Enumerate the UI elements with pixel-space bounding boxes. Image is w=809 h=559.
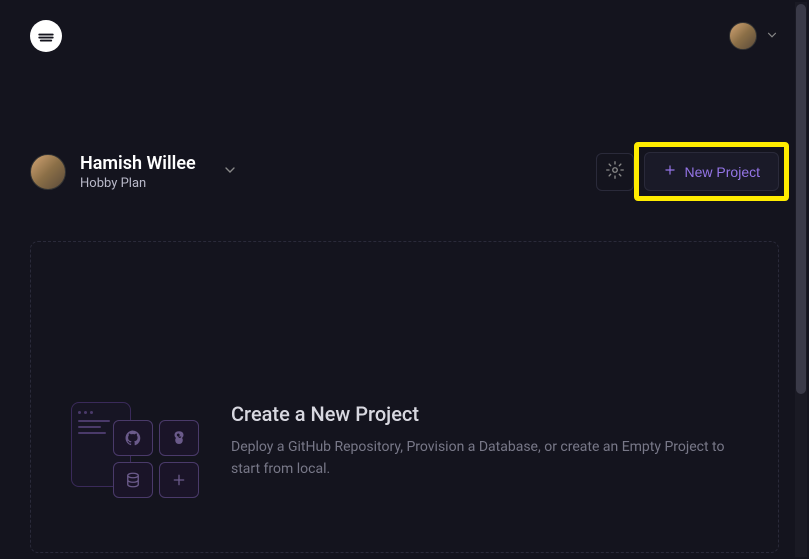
postgres-icon <box>159 420 199 456</box>
avatar <box>30 154 66 190</box>
app-logo[interactable] <box>30 20 62 52</box>
user-menu[interactable] <box>729 22 779 50</box>
empty-state-container: Create a New Project Deploy a GitHub Rep… <box>30 241 779 553</box>
scrollbar-track[interactable] <box>795 2 807 557</box>
new-project-label: New Project <box>685 164 760 180</box>
plus-icon <box>663 163 677 180</box>
settings-button[interactable] <box>596 153 634 191</box>
empty-state-description: Deploy a GitHub Repository, Provision a … <box>231 436 738 481</box>
gear-icon <box>606 161 624 182</box>
profile-name: Hamish Willee <box>80 153 196 174</box>
empty-state-illustration <box>71 402 201 502</box>
empty-state-title: Create a New Project <box>231 402 738 426</box>
avatar <box>729 22 757 50</box>
scrollbar-thumb[interactable] <box>796 4 806 394</box>
chevron-down-icon <box>222 162 238 182</box>
database-icon <box>113 462 153 498</box>
profile-plan: Hobby Plan <box>80 176 196 191</box>
github-icon <box>113 420 153 456</box>
chevron-down-icon <box>765 27 779 46</box>
new-project-button[interactable]: New Project <box>644 152 779 191</box>
plus-icon <box>159 462 199 498</box>
workspace-switcher[interactable]: Hamish Willee Hobby Plan <box>30 153 238 191</box>
